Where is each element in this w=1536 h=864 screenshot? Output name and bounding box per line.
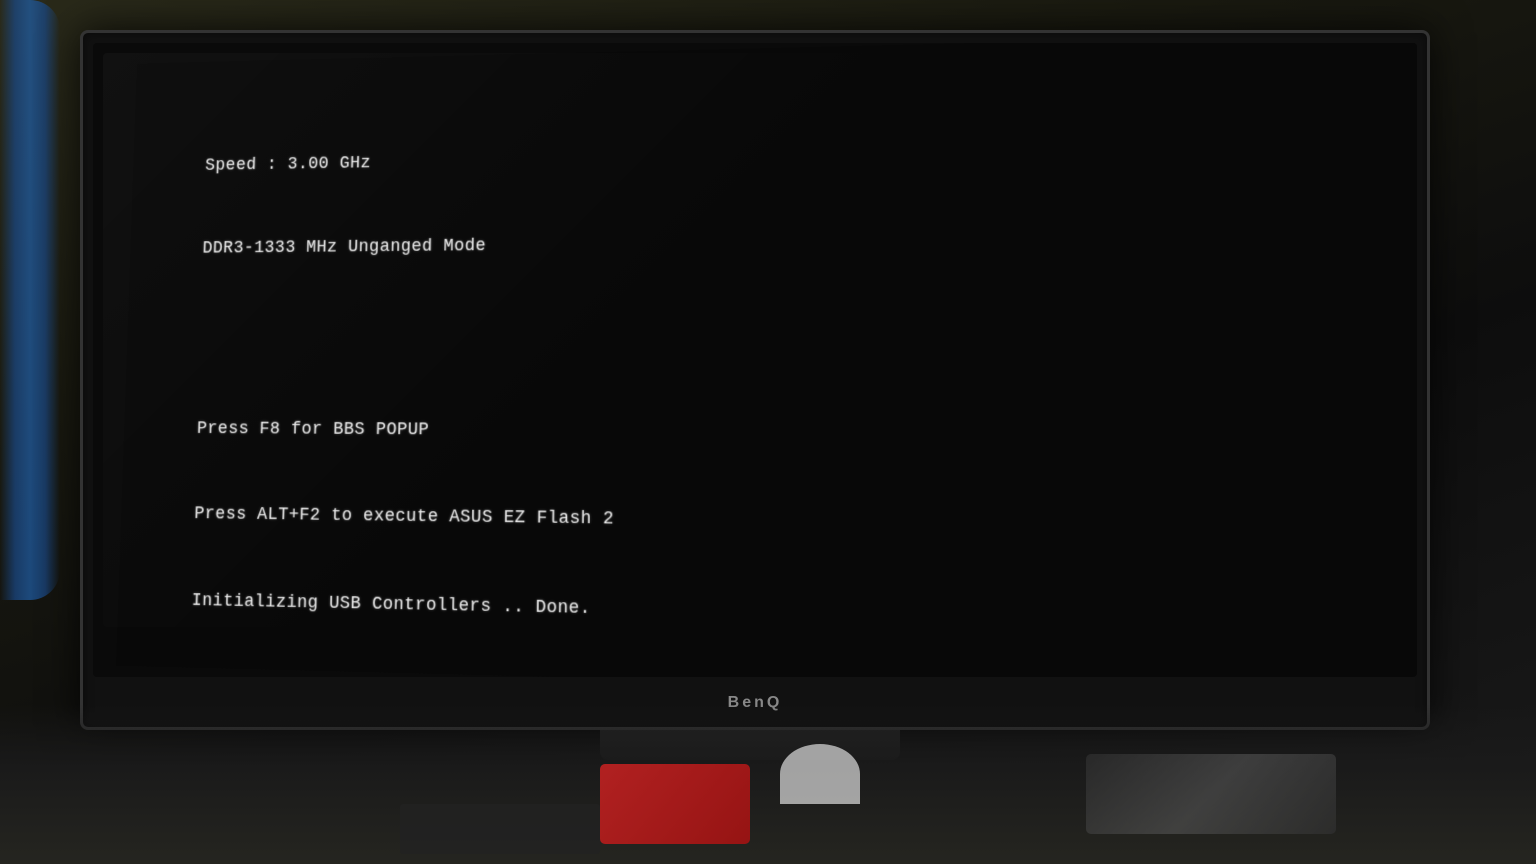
clutter-item-black xyxy=(400,804,600,854)
bios-output: Speed : 3.00 GHz DDR3-1333 MHz Unganged … xyxy=(151,74,1417,677)
clutter-item-red xyxy=(600,764,750,844)
bios-line-f8: Press F8 for BBS POPUP xyxy=(197,415,1400,451)
monitor-bezel: Speed : 3.00 GHz DDR3-1333 MHz Unganged … xyxy=(80,30,1430,730)
bios-line-empty1 xyxy=(200,315,1397,346)
monitor-screen: Speed : 3.00 GHz DDR3-1333 MHz Unganged … xyxy=(93,43,1417,677)
bios-line-ddr3: DDR3-1333 MHz Unganged Mode xyxy=(202,223,1393,262)
screen-content: Speed : 3.00 GHz DDR3-1333 MHz Unganged … xyxy=(116,43,1417,677)
bios-line-memory: 4095MB OK (Installed Memory Size:4096MB) xyxy=(189,674,1409,677)
bios-line-altf2: Press ALT+F2 to execute ASUS EZ Flash 2 xyxy=(194,501,1403,546)
clutter-item-white xyxy=(780,744,860,804)
clutter-item-misc xyxy=(1086,754,1336,834)
bios-line-speed: Speed : 3.00 GHz xyxy=(205,132,1391,179)
bios-line-usb-init: Initializing USB Controllers .. Done. xyxy=(191,587,1406,641)
bottom-area xyxy=(0,704,1536,864)
blue-cable xyxy=(0,0,60,600)
